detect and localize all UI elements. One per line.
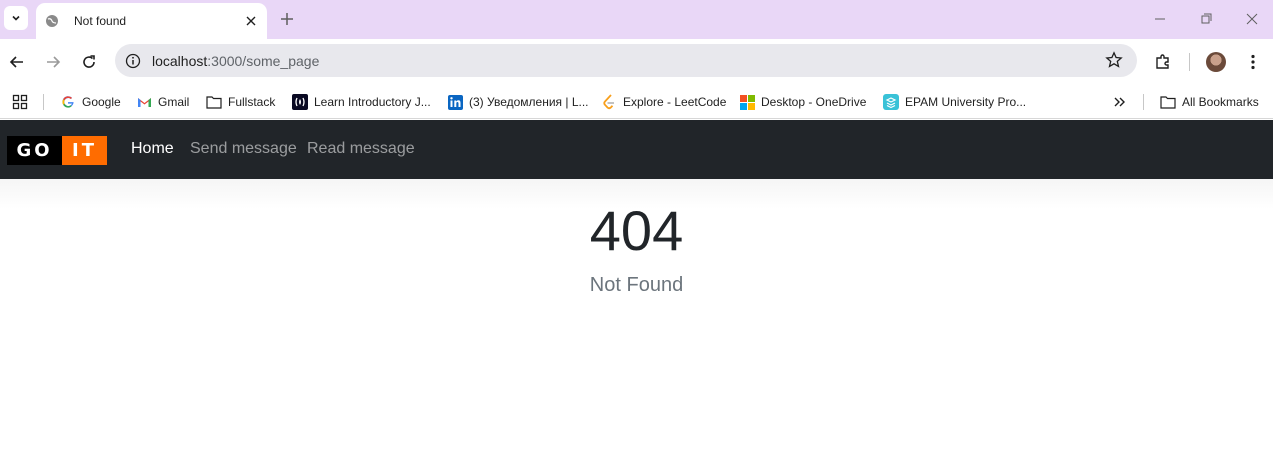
- folder-icon: [1160, 94, 1176, 110]
- bookmarks-overflow-chevron-icon[interactable]: [1113, 91, 1127, 113]
- bookmark-freecodecamp[interactable]: Learn Introductory J...: [292, 91, 431, 113]
- bookmark-label: (3) Уведомления | L...: [469, 95, 589, 109]
- profile-avatar[interactable]: [1206, 52, 1226, 72]
- apps-grid-icon[interactable]: [12, 91, 28, 113]
- reload-icon[interactable]: [78, 51, 100, 73]
- tab-search-button[interactable]: [4, 6, 28, 30]
- forward-arrow-icon[interactable]: [42, 51, 64, 73]
- nav-send-message-link[interactable]: Send message: [190, 140, 297, 158]
- site-info-icon[interactable]: [122, 50, 144, 72]
- logo-go: GO: [7, 136, 62, 165]
- error-message: Not Found: [589, 274, 684, 296]
- new-tab-icon[interactable]: [278, 10, 296, 28]
- bookmark-label: Explore - LeetCode: [623, 95, 727, 109]
- logo-it: IT: [62, 136, 107, 165]
- folder-icon: [206, 94, 222, 110]
- google-icon: [60, 94, 76, 110]
- back-arrow-icon[interactable]: [6, 51, 28, 73]
- globe-icon: [44, 13, 60, 29]
- nav-read-message-link[interactable]: Read message: [307, 140, 415, 158]
- bookmark-onedrive[interactable]: Desktop - OneDrive: [739, 91, 866, 113]
- browser-toolbar: localhost:3000/some_page: [0, 39, 1273, 85]
- bookmarks-divider: [43, 94, 44, 110]
- minimize-icon[interactable]: [1151, 10, 1169, 28]
- close-tab-icon[interactable]: [243, 13, 259, 29]
- address-bar[interactable]: localhost:3000/some_page: [115, 44, 1137, 77]
- browser-tab-active[interactable]: Not found: [36, 3, 267, 39]
- toolbar-divider: [1189, 53, 1190, 71]
- chevron-down-icon: [12, 15, 20, 21]
- site-navbar: GO IT Home Send message Read message: [0, 120, 1273, 179]
- bookmark-star-icon[interactable]: [1105, 51, 1123, 69]
- bookmarks-bar: Google Gmail Fullstack Learn Introductor…: [0, 85, 1273, 119]
- bookmark-label: EPAM University Pro...: [905, 95, 1027, 109]
- bookmarks-divider: [1143, 94, 1144, 110]
- bookmark-linkedin[interactable]: (3) Уведомления | L...: [447, 91, 589, 113]
- gmail-icon: [136, 94, 152, 110]
- leetcode-icon: [601, 94, 617, 110]
- linkedin-icon: [447, 94, 463, 110]
- bookmark-google[interactable]: Google: [60, 91, 121, 113]
- bookmark-epam[interactable]: EPAM University Pro...: [883, 91, 1026, 113]
- bookmark-label: Desktop - OneDrive: [761, 95, 867, 109]
- url-host: localhost: [152, 52, 208, 69]
- bookmark-gmail[interactable]: Gmail: [136, 91, 189, 113]
- freecodecamp-icon: [292, 94, 308, 110]
- microsoft-icon: [739, 94, 755, 110]
- bookmark-label: Learn Introductory J...: [314, 95, 431, 109]
- url-text: localhost:3000/some_page: [152, 53, 319, 69]
- epam-icon: [883, 94, 899, 110]
- tab-title: Not found: [74, 14, 127, 28]
- restore-icon[interactable]: [1197, 10, 1215, 28]
- error-code: 404: [589, 199, 684, 262]
- nav-home-link[interactable]: Home: [131, 140, 174, 158]
- bookmark-label: Google: [82, 95, 121, 109]
- all-bookmarks-label: All Bookmarks: [1182, 95, 1259, 109]
- bookmark-label: Gmail: [158, 95, 190, 109]
- url-path: :3000/some_page: [207, 52, 320, 69]
- kebab-menu-icon[interactable]: [1242, 51, 1264, 73]
- bookmark-leetcode[interactable]: Explore - LeetCode: [601, 91, 726, 113]
- all-bookmarks-folder[interactable]: All Bookmarks: [1160, 91, 1259, 113]
- bookmark-fullstack-folder[interactable]: Fullstack: [206, 91, 275, 113]
- goit-logo[interactable]: GO IT: [7, 136, 107, 165]
- close-window-icon[interactable]: [1243, 10, 1261, 28]
- extensions-puzzle-icon[interactable]: [1152, 51, 1174, 73]
- bookmark-label: Fullstack: [228, 95, 276, 109]
- tab-strip: Not found: [0, 0, 1273, 39]
